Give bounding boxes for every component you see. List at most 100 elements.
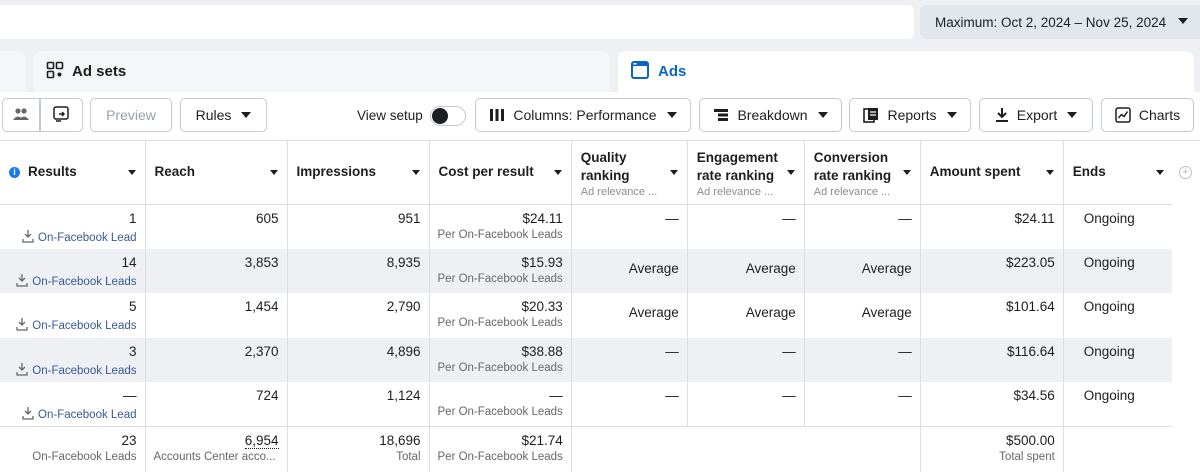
- preview-button-label: Preview: [106, 107, 156, 123]
- chevron-down-icon: [241, 112, 252, 118]
- ab-test-button[interactable]: [40, 98, 83, 132]
- export-button[interactable]: Export: [979, 98, 1093, 132]
- reach-cell: 3,853: [145, 248, 288, 294]
- table-row[interactable]: 14 On-Facebook Leads 3,853 8,935 $15.93 Per O…: [0, 248, 1174, 294]
- table-row[interactable]: 1 On-Facebook Lead 605 951 $24.11 Per On-Face…: [0, 204, 1174, 249]
- table-header-row: i Results Reach Impressions Cost per resu…: [0, 141, 1174, 205]
- columns-icon: [489, 108, 505, 122]
- breakdown-icon: [713, 108, 729, 122]
- rules-button[interactable]: Rules: [180, 98, 267, 132]
- columns-button[interactable]: Columns: Performance: [475, 98, 691, 132]
- breakdown-button-label: Breakdown: [737, 107, 808, 123]
- result-type-link[interactable]: On-Facebook Leads: [8, 273, 137, 290]
- sort-caret-icon[interactable]: [1155, 170, 1164, 175]
- amount-spent-value: $101.64: [1005, 299, 1055, 315]
- tab-campaigns[interactable]: [0, 51, 26, 92]
- engagement-ranking-cell: —: [687, 337, 805, 383]
- result-type-label: On-Facebook Leads: [32, 275, 137, 288]
- tab-ads[interactable]: Ads: [618, 51, 1194, 92]
- column-header-results[interactable]: i Results: [0, 141, 146, 205]
- amount-spent-value: $116.64: [1006, 343, 1055, 359]
- cost-per-result-cell: $15.93 Per On-Facebook Leads: [429, 248, 572, 294]
- ends-value: Ongoing: [1083, 343, 1135, 359]
- engagement-ranking-cell: —: [687, 382, 805, 427]
- view-setup-toggle[interactable]: [430, 106, 466, 126]
- table-row[interactable]: 3 On-Facebook Leads 2,370 4,896 $38.88 Per On…: [0, 337, 1174, 383]
- amount-spent-value: $24.11: [1014, 210, 1055, 226]
- grid-icon: [46, 61, 64, 82]
- quality-ranking-cell: —: [571, 204, 688, 249]
- quality-ranking-value: —: [665, 343, 679, 359]
- reach-value: 2,370: [244, 343, 279, 359]
- cost-value: —: [549, 388, 563, 404]
- sort-caret-icon[interactable]: [1045, 170, 1054, 175]
- total-results-sub: On-Facebook Leads: [32, 451, 137, 464]
- column-header-impressions[interactable]: Impressions: [287, 141, 430, 205]
- sort-caret-icon[interactable]: [669, 170, 678, 175]
- add-column-area: +: [1172, 141, 1200, 472]
- sort-caret-icon[interactable]: [127, 170, 136, 175]
- lead-download-icon: [16, 362, 28, 379]
- result-type-link[interactable]: On-Facebook Lead: [8, 406, 137, 423]
- column-header-reach[interactable]: Reach: [145, 141, 288, 205]
- ends-cell: Ongoing: [1063, 382, 1174, 427]
- tab-ad-sets[interactable]: Ad sets: [34, 51, 610, 92]
- date-range-picker[interactable]: Maximum: Oct 2, 2024 – Nov 25, 2024: [920, 5, 1200, 39]
- total-spent-cell: $500.00 Total spent: [920, 426, 1064, 472]
- total-impressions-sub: Total: [396, 451, 421, 464]
- cost-sub: Per On-Facebook Leads: [437, 361, 563, 374]
- reports-button[interactable]: Reports: [849, 98, 971, 132]
- preview-button[interactable]: Preview: [90, 98, 172, 132]
- reach-value: 1,454: [244, 299, 279, 315]
- add-column-icon[interactable]: +: [1179, 166, 1192, 179]
- sort-caret-icon[interactable]: [902, 170, 911, 175]
- column-header-label: Results: [28, 164, 77, 179]
- sort-caret-icon[interactable]: [553, 170, 562, 175]
- result-type-link[interactable]: On-Facebook Lead: [8, 229, 137, 246]
- column-header-sub: Ad relevance ...: [580, 186, 658, 198]
- audience-button[interactable]: [2, 98, 40, 132]
- info-icon[interactable]: i: [9, 167, 20, 178]
- table-row[interactable]: 5 On-Facebook Leads 1,454 2,790 $20.33 Per On…: [0, 293, 1174, 338]
- results-value: 3: [128, 343, 137, 359]
- top-bar: Maximum: Oct 2, 2024 – Nov 25, 2024: [0, 0, 1200, 44]
- engagement-ranking-value: —: [782, 388, 796, 404]
- quality-ranking-value: —: [665, 388, 679, 404]
- quality-ranking-cell: —: [571, 382, 688, 427]
- impressions-value: 8,935: [386, 254, 421, 270]
- chevron-down-icon: [817, 112, 828, 118]
- cost-sub: Per On-Facebook Leads: [437, 228, 563, 241]
- rules-button-label: Rules: [195, 107, 232, 123]
- column-header-amount-spent[interactable]: Amount spent: [920, 141, 1064, 205]
- cost-value: $38.88: [521, 343, 563, 359]
- total-cost-cell: $21.74 Per On-Facebook Leads: [429, 426, 572, 472]
- impressions-cell: 2,790: [287, 293, 430, 338]
- column-header-label: Impressions: [296, 164, 377, 179]
- ends-cell: Ongoing: [1063, 337, 1174, 383]
- result-type-link[interactable]: On-Facebook Leads: [8, 317, 137, 334]
- column-header-ends[interactable]: Ends: [1063, 141, 1174, 205]
- ad-window-icon: [630, 60, 650, 83]
- sort-caret-icon[interactable]: [786, 170, 795, 175]
- sort-caret-icon[interactable]: [269, 170, 278, 175]
- column-header-quality-ranking[interactable]: Quality ranking Ad relevance ...: [571, 141, 688, 205]
- total-impressions-cell: 18,696 Total: [287, 426, 430, 472]
- results-value: 5: [128, 299, 137, 315]
- ends-cell: Ongoing: [1063, 204, 1174, 249]
- column-header-conversion-ranking[interactable]: Conversion rate ranking Ad relevance ...: [804, 141, 921, 205]
- result-type-link[interactable]: On-Facebook Leads: [8, 362, 137, 379]
- engagement-ranking-value: Average: [745, 305, 796, 321]
- column-header-cost-per-result[interactable]: Cost per result: [429, 141, 572, 205]
- table-row[interactable]: — On-Facebook Lead 724 1,124 — Per On-Faceboo…: [0, 382, 1174, 427]
- column-header-label-line1: Engagement: [696, 150, 778, 165]
- column-header-engagement-ranking[interactable]: Engagement rate ranking Ad relevance ...: [687, 141, 805, 205]
- amount-spent-cell: $24.11: [920, 204, 1064, 249]
- total-impressions-value: 18,696: [379, 433, 421, 449]
- charts-button[interactable]: Charts: [1101, 98, 1194, 132]
- breakdown-button[interactable]: Breakdown: [699, 98, 842, 132]
- total-reach-value[interactable]: 6,954: [244, 433, 279, 450]
- ends-cell: Ongoing: [1063, 293, 1174, 338]
- result-type-label: On-Facebook Lead: [38, 231, 137, 244]
- sort-caret-icon[interactable]: [411, 170, 420, 175]
- search-area[interactable]: [0, 5, 914, 39]
